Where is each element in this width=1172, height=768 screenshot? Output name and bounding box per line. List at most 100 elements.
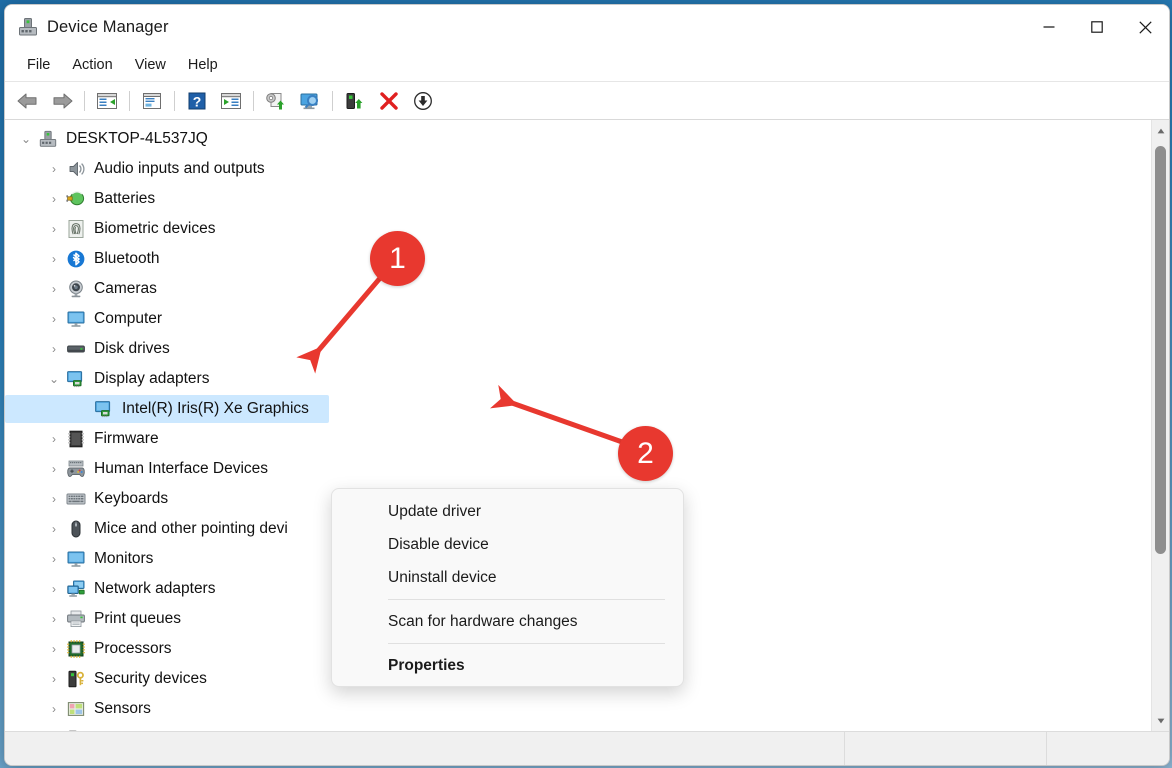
toolbar-separator bbox=[174, 91, 175, 111]
scan-for-hardware-changes-button[interactable] bbox=[293, 86, 327, 116]
console-tree-icon bbox=[96, 91, 118, 111]
show-hide-console-tree-button[interactable] bbox=[90, 86, 124, 116]
context-menu-item-scan-for-hardware-changes[interactable]: Scan for hardware changes bbox=[332, 605, 683, 638]
red-x-icon bbox=[379, 91, 399, 111]
scroll-down-arrow-icon[interactable] bbox=[1152, 712, 1169, 729]
status-bar-message bbox=[5, 732, 844, 765]
speaker-icon bbox=[65, 158, 87, 180]
processor-chip-icon bbox=[65, 638, 87, 660]
tree-item-display-adapters[interactable]: ⌄ Display adapters bbox=[5, 364, 1151, 394]
chevron-right-icon[interactable]: › bbox=[43, 702, 65, 716]
help-button[interactable]: ? bbox=[180, 86, 214, 116]
disable-device-button[interactable] bbox=[406, 86, 440, 116]
chevron-right-icon[interactable]: › bbox=[43, 612, 65, 626]
menu-file[interactable]: File bbox=[17, 53, 60, 77]
chevron-right-icon[interactable]: › bbox=[43, 282, 65, 296]
tree-item-label: Intel(R) Iris(R) Xe Graphics bbox=[122, 400, 309, 418]
chevron-right-icon[interactable]: › bbox=[43, 552, 65, 566]
maximize-button[interactable] bbox=[1073, 5, 1121, 49]
context-menu-item-update-driver[interactable]: Update driver bbox=[332, 495, 683, 528]
context-menu-item-uninstall-device[interactable]: Uninstall device bbox=[332, 561, 683, 594]
tree-item-audio-inputs-and-outputs[interactable]: › Audio inputs and outputs bbox=[5, 154, 1151, 184]
display-adapter-icon bbox=[65, 368, 87, 390]
menu-view[interactable]: View bbox=[125, 53, 176, 77]
chevron-right-icon[interactable]: › bbox=[43, 642, 65, 656]
toolbar-separator bbox=[84, 91, 85, 111]
tree-item-label: Firmware bbox=[94, 430, 159, 448]
chevron-right-icon[interactable]: › bbox=[43, 312, 65, 326]
tree-item-software-components[interactable]: › Software components bbox=[5, 724, 1151, 731]
mouse-icon bbox=[65, 518, 87, 540]
disk-drive-icon bbox=[65, 338, 87, 360]
chevron-down-icon[interactable]: ⌄ bbox=[15, 132, 37, 146]
chevron-right-icon[interactable]: › bbox=[43, 432, 65, 446]
tree-item-intel-iris-xe-graphics[interactable]: Intel(R) Iris(R) Xe Graphics bbox=[5, 394, 1151, 424]
enable-device-icon bbox=[344, 91, 366, 111]
tree-item-batteries[interactable]: › Batteries bbox=[5, 184, 1151, 214]
chevron-right-icon[interactable]: › bbox=[43, 582, 65, 596]
context-menu-item-disable-device[interactable]: Disable device bbox=[332, 528, 683, 561]
context-menu-item-properties[interactable]: Properties bbox=[332, 649, 683, 682]
scan-hardware-icon bbox=[298, 91, 322, 111]
tree-item-label: Cameras bbox=[94, 280, 157, 298]
chevron-right-icon[interactable]: › bbox=[43, 222, 65, 236]
properties-button[interactable] bbox=[135, 86, 169, 116]
tree-item-bluetooth[interactable]: › Bluetooth bbox=[5, 244, 1151, 274]
forward-button[interactable] bbox=[45, 86, 79, 116]
tree-item-firmware[interactable]: › Firmware bbox=[5, 424, 1151, 454]
show-hide-action-pane-button[interactable] bbox=[214, 86, 248, 116]
network-adapter-icon bbox=[65, 578, 87, 600]
tree-item-label: Mice and other pointing devi bbox=[94, 520, 288, 538]
content-area: ⌄ DESKTOP-4L537JQ › bbox=[5, 120, 1169, 731]
security-key-icon bbox=[65, 668, 87, 690]
minimize-button[interactable] bbox=[1025, 5, 1073, 49]
chevron-right-icon[interactable]: › bbox=[43, 192, 65, 206]
action-pane-icon bbox=[220, 91, 242, 111]
chevron-right-icon[interactable]: › bbox=[43, 162, 65, 176]
sensors-icon bbox=[65, 698, 87, 720]
tree-item-sensors[interactable]: › Sensors bbox=[5, 694, 1151, 724]
menu-bar: File Action View Help bbox=[5, 49, 1169, 82]
menu-action[interactable]: Action bbox=[62, 53, 122, 77]
tree-item-label: Biometric devices bbox=[94, 220, 215, 238]
caption-button-group bbox=[1025, 5, 1169, 49]
monitor-icon bbox=[65, 308, 87, 330]
vertical-scrollbar[interactable] bbox=[1151, 120, 1169, 731]
chevron-down-icon[interactable]: ⌄ bbox=[43, 372, 65, 386]
tree-item-label: Disk drives bbox=[94, 340, 170, 358]
chevron-right-icon[interactable]: › bbox=[43, 672, 65, 686]
device-tree[interactable]: ⌄ DESKTOP-4L537JQ › bbox=[5, 120, 1151, 731]
scroll-up-arrow-icon[interactable] bbox=[1152, 122, 1169, 139]
chevron-right-icon[interactable]: › bbox=[43, 492, 65, 506]
enable-device-button[interactable] bbox=[338, 86, 372, 116]
scrollbar-thumb[interactable] bbox=[1155, 146, 1166, 554]
tree-item-label: Batteries bbox=[94, 190, 155, 208]
tree-item-label: DESKTOP-4L537JQ bbox=[66, 130, 208, 148]
tree-item-root[interactable]: ⌄ DESKTOP-4L537JQ bbox=[5, 124, 1151, 154]
uninstall-device-button[interactable] bbox=[372, 86, 406, 116]
tree-item-disk-drives[interactable]: › Disk drives bbox=[5, 334, 1151, 364]
tree-item-label: Keyboards bbox=[94, 490, 168, 508]
battery-icon bbox=[65, 188, 87, 210]
toolbar: ? bbox=[5, 82, 1169, 120]
chevron-right-icon[interactable]: › bbox=[43, 462, 65, 476]
title-bar: Device Manager bbox=[5, 5, 1169, 49]
chevron-right-icon[interactable]: › bbox=[43, 522, 65, 536]
tree-item-biometric-devices[interactable]: › Biometric devices bbox=[5, 214, 1151, 244]
chevron-right-icon[interactable]: › bbox=[43, 252, 65, 266]
close-button[interactable] bbox=[1121, 5, 1169, 49]
back-button[interactable] bbox=[11, 86, 45, 116]
context-menu[interactable]: Update driver Disable device Uninstall d… bbox=[331, 488, 684, 687]
tree-item-label: Display adapters bbox=[94, 370, 209, 388]
tree-item-computer[interactable]: › Computer bbox=[5, 304, 1151, 334]
monitor-icon bbox=[65, 548, 87, 570]
update-driver-button[interactable] bbox=[259, 86, 293, 116]
status-bar-cell-2 bbox=[845, 732, 1046, 765]
menu-help[interactable]: Help bbox=[178, 53, 228, 77]
tree-item-cameras[interactable]: › Cameras bbox=[5, 274, 1151, 304]
question-mark-icon: ? bbox=[187, 91, 207, 111]
hid-gamepad-icon bbox=[65, 458, 87, 480]
tree-item-human-interface-devices[interactable]: › bbox=[5, 454, 1151, 484]
toolbar-separator bbox=[129, 91, 130, 111]
chevron-right-icon[interactable]: › bbox=[43, 342, 65, 356]
